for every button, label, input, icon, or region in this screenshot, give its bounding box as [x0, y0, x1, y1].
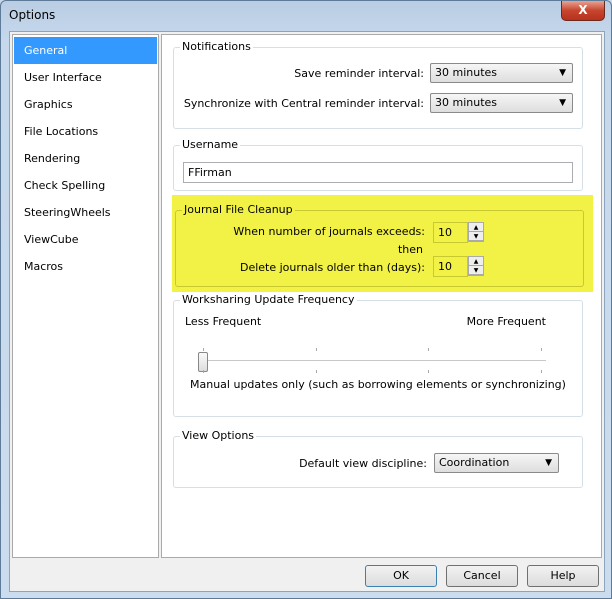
close-button[interactable]: X: [561, 1, 605, 21]
sidebar-item-steeringwheels[interactable]: SteeringWheels: [14, 199, 157, 226]
username-title: Username: [180, 138, 241, 151]
sidebar-item-viewcube[interactable]: ViewCube: [14, 226, 157, 253]
worksharing-title: Worksharing Update Frequency: [180, 293, 357, 306]
arrow-down-icon[interactable]: ▼: [469, 232, 483, 241]
help-button[interactable]: Help: [527, 565, 599, 587]
journals-exceeds-spinner[interactable]: ▲ ▼: [468, 222, 484, 242]
chevron-down-icon: ▼: [559, 68, 566, 78]
then-label: then: [397, 243, 423, 256]
slider-tick: [203, 370, 204, 373]
sidebar-item-macros[interactable]: Macros: [14, 253, 157, 280]
slider-tick: [316, 348, 317, 351]
chevron-down-icon: ▼: [559, 98, 566, 108]
sidebar-item-check-spelling[interactable]: Check Spelling: [14, 172, 157, 199]
arrow-down-icon[interactable]: ▼: [469, 266, 483, 275]
slider-thumb[interactable]: [198, 352, 208, 372]
sidebar: General User Interface Graphics File Loc…: [12, 34, 159, 558]
sidebar-item-general[interactable]: General: [14, 37, 157, 64]
delete-journals-spinner[interactable]: ▲ ▼: [468, 256, 484, 276]
username-group: Username FFirman: [173, 138, 583, 191]
view-discipline-value: Coordination: [439, 456, 510, 469]
slider-tick: [541, 348, 542, 351]
view-options-title: View Options: [180, 429, 257, 442]
arrow-up-icon[interactable]: ▲: [469, 257, 483, 266]
window-title: Options: [9, 8, 56, 22]
sync-reminder-value: 30 minutes: [435, 96, 498, 109]
slider-tick: [428, 370, 429, 373]
journal-title: Journal File Cleanup: [182, 203, 295, 216]
delete-journals-label: Delete journals older than (days):: [239, 261, 425, 274]
more-frequent-label: More Frequent: [466, 315, 546, 328]
journals-exceeds-input[interactable]: 10: [433, 222, 468, 243]
sidebar-item-file-locations[interactable]: File Locations: [14, 118, 157, 145]
notifications-title: Notifications: [180, 40, 253, 53]
sync-reminder-label: Synchronize with Central reminder interv…: [183, 97, 424, 110]
delete-journals-input[interactable]: 10: [433, 256, 468, 277]
view-options-group: View Options Default view discipline: Co…: [173, 429, 583, 488]
save-reminder-dropdown[interactable]: 30 minutes ▼: [430, 63, 573, 83]
notifications-group: Notifications Save reminder interval: 30…: [173, 40, 583, 129]
view-discipline-label: Default view discipline:: [299, 457, 427, 470]
sidebar-item-rendering[interactable]: Rendering: [14, 145, 157, 172]
slider-tick: [203, 348, 204, 351]
save-reminder-label: Save reminder interval:: [294, 67, 424, 80]
worksharing-group: Worksharing Update Frequency Less Freque…: [173, 293, 583, 417]
slider-tick: [541, 370, 542, 373]
update-frequency-slider[interactable]: [198, 346, 546, 376]
cancel-button[interactable]: Cancel: [446, 565, 518, 587]
journal-group: Journal File Cleanup When number of jour…: [175, 203, 584, 287]
worksharing-description: Manual updates only (such as borrowing e…: [190, 378, 566, 391]
sync-reminder-dropdown[interactable]: 30 minutes ▼: [430, 93, 573, 113]
view-discipline-dropdown[interactable]: Coordination ▼: [434, 453, 559, 473]
username-input[interactable]: FFirman: [183, 162, 573, 183]
less-frequent-label: Less Frequent: [185, 315, 262, 328]
sidebar-item-user-interface[interactable]: User Interface: [14, 64, 157, 91]
save-reminder-value: 30 minutes: [435, 66, 498, 79]
ok-button[interactable]: OK: [365, 565, 437, 587]
arrow-up-icon[interactable]: ▲: [469, 223, 483, 232]
journals-exceeds-label: When number of journals exceeds:: [233, 225, 425, 238]
slider-tick: [316, 370, 317, 373]
journal-highlight: Journal File Cleanup When number of jour…: [172, 195, 593, 292]
chevron-down-icon: ▼: [545, 458, 552, 468]
slider-tick: [428, 348, 429, 351]
sidebar-item-graphics[interactable]: Graphics: [14, 91, 157, 118]
